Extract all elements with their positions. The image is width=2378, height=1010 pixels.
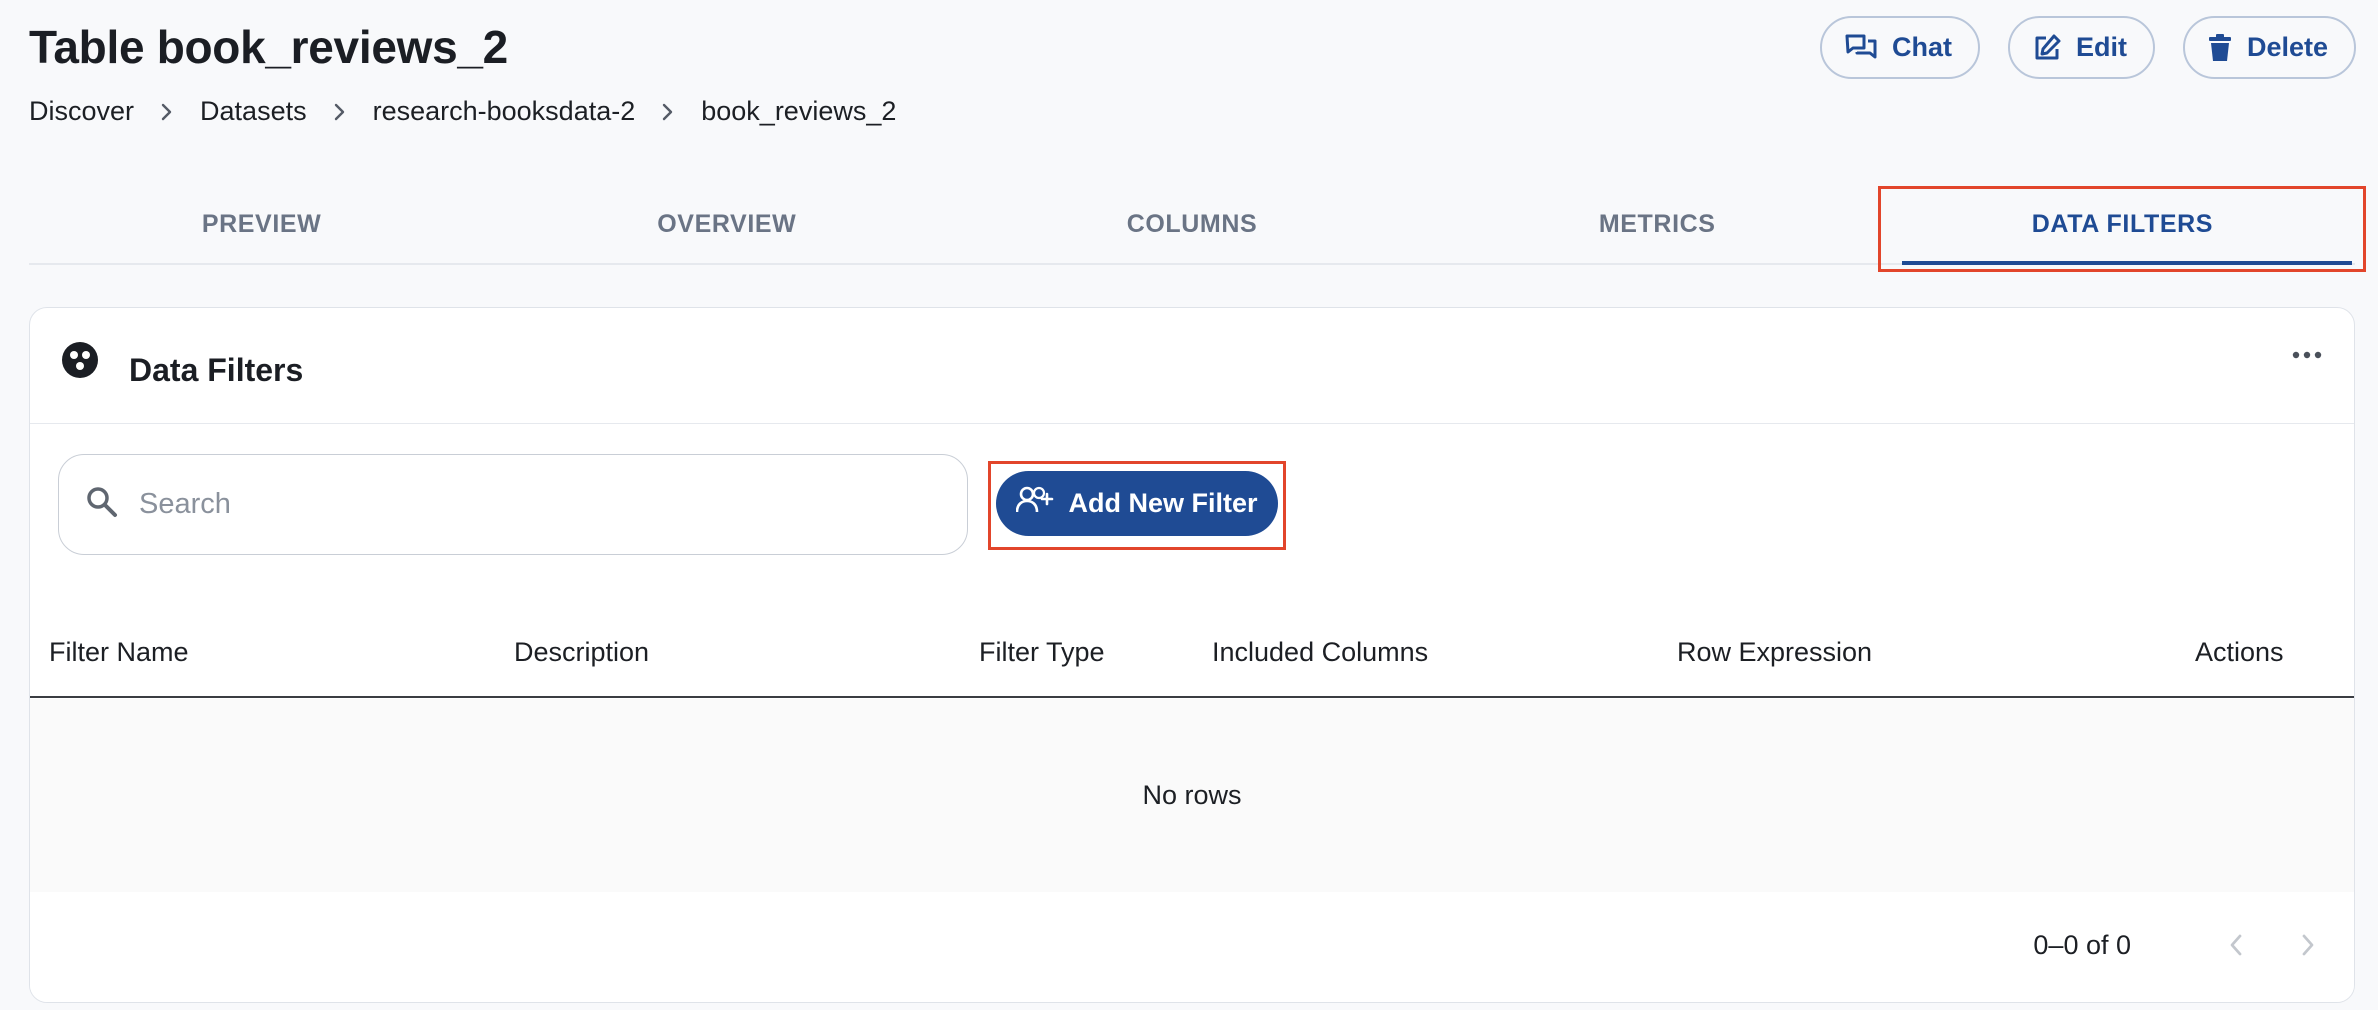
card-title: Data Filters [129,352,304,388]
search-input[interactable] [139,488,919,521]
add-new-filter-label: Add New Filter [1068,488,1258,518]
trash-icon [2207,33,2233,63]
data-filter-icon [60,340,100,385]
column-header-filter-name[interactable]: Filter Name [49,608,189,696]
card-header: Data Filters [30,308,2354,424]
breadcrumb-dataset[interactable]: research-booksdata-2 [373,96,636,127]
chevron-right-icon [307,102,373,122]
table-header: Filter Name Description Filter Type Incl… [30,608,2354,698]
column-header-filter-type[interactable]: Filter Type [979,608,1105,696]
next-page-button[interactable] [2298,930,2318,965]
column-header-actions: Actions [2195,636,2284,667]
breadcrumb-datasets[interactable]: Datasets [200,96,307,127]
add-user-icon [1016,485,1054,522]
chat-button[interactable]: Chat [1819,16,1980,79]
tab-bar: PREVIEW OVERVIEW COLUMNS METRICS DATA FI… [29,185,2355,265]
table-footer: 0–0 of 0 [30,892,2354,1002]
data-filters-card: Data Filters Search Add New Filter Filte… [29,307,2355,1003]
tab-columns[interactable]: COLUMNS [959,185,1424,263]
previous-page-button[interactable] [2226,930,2246,965]
edit-icon [2032,33,2062,63]
page: Table book_reviews_2 Discover Datasets r… [0,0,2378,1010]
tab-overview[interactable]: OVERVIEW [494,185,959,263]
edit-button[interactable]: Edit [2007,16,2155,79]
delete-button-label: Delete [2246,32,2328,62]
tab-metrics[interactable]: METRICS [1425,185,1890,263]
add-new-filter-button[interactable]: Add New Filter [996,471,1278,536]
search-icon [85,485,119,524]
chevron-right-icon [635,102,701,122]
edit-button-label: Edit [2075,32,2127,62]
column-header-included-columns[interactable]: Included Columns [1212,608,1428,696]
tab-data-filters[interactable]: DATA FILTERS [1890,185,2355,265]
breadcrumb: Discover Datasets research-booksdata-2 b… [29,96,896,127]
column-header-row-expression[interactable]: Row Expression [1677,608,1872,696]
more-options-icon[interactable] [2292,348,2322,366]
tab-preview[interactable]: PREVIEW [29,185,494,263]
search-field[interactable] [58,454,968,555]
delete-button[interactable]: Delete [2182,16,2356,79]
breadcrumb-discover[interactable]: Discover [29,96,134,127]
header-actions: Chat Edit Delete [1819,16,2356,79]
column-header-description[interactable]: Description [514,608,649,696]
empty-message: No rows [1142,780,1242,810]
chevron-right-icon [134,102,200,122]
chat-icon [1844,33,1878,63]
page-title: Table book_reviews_2 [29,21,508,73]
table-body: No rows [30,699,2354,892]
chat-button-label: Chat [1891,32,1952,62]
breadcrumb-table: book_reviews_2 [701,96,897,126]
pagination-count: 0–0 of 0 [2033,930,2131,960]
